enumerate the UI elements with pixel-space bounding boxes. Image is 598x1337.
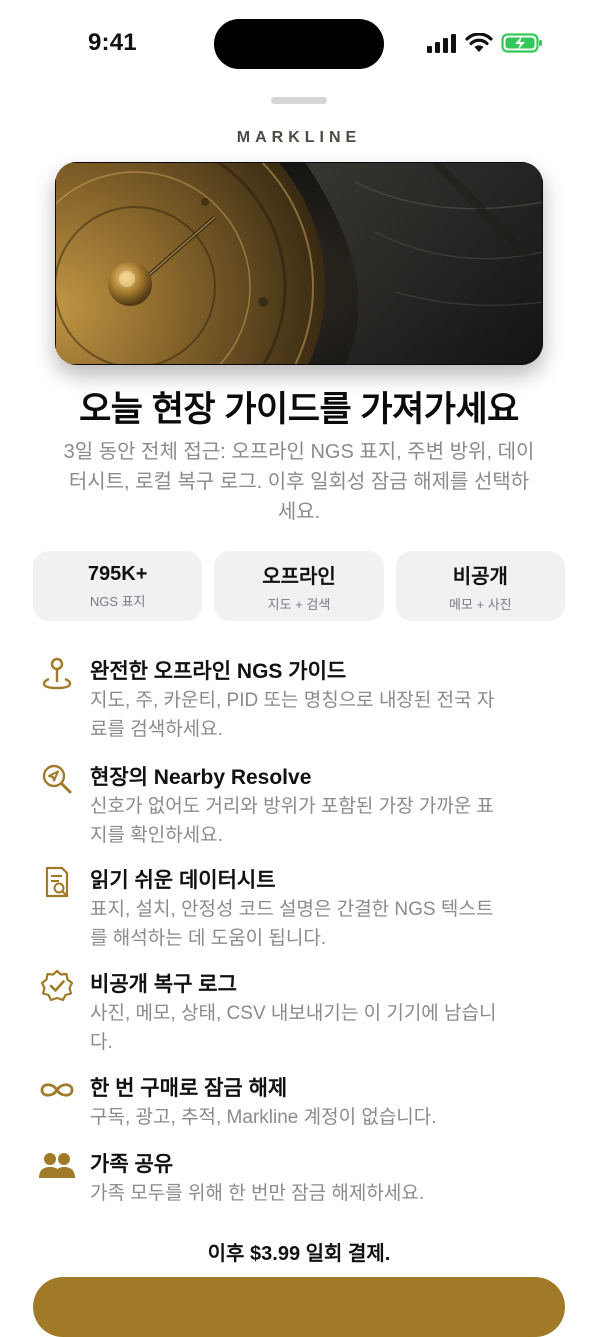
- battery-charging-icon: [501, 33, 542, 53]
- status-bar: 9:41: [0, 0, 598, 90]
- stat-value: 795K+: [87, 562, 148, 585]
- stats-row: 795K+ NGS 표지 오프라인 지도 + 검색 비공개 메모 + 사진: [33, 551, 565, 621]
- purchase-button[interactable]: [33, 1277, 565, 1337]
- stat-caption: 메모 + 사진: [448, 596, 512, 612]
- stat-caption: NGS 표지: [89, 593, 146, 609]
- location-search-icon: [38, 761, 76, 797]
- document-search-icon: [38, 864, 76, 900]
- feature-description: 신호가 없어도 거리와 방위가 포함된 가장 가까운 표지를 확인하세요.: [90, 796, 495, 846]
- people-icon: [38, 1148, 76, 1184]
- feature-title: 가족 공유: [90, 1153, 174, 1176]
- subheadline: 3일 동안 전체 접근: 오프라인 NGS 표지, 주변 방위, 데이터시트, …: [63, 441, 535, 523]
- status-icons: [427, 32, 543, 54]
- feature-description: 지도, 주, 카운티, PID 또는 명칭으로 내장된 전국 자료를 검색하세요…: [90, 690, 495, 740]
- stat-value: 비공개: [452, 565, 508, 588]
- infinity-icon: [38, 1072, 76, 1108]
- feature-title: 현장의 Nearby Resolve: [90, 766, 312, 789]
- hero-image: [55, 162, 543, 365]
- feature-description: 가족 모두를 위해 한 번만 잠금 해제하세요.: [90, 1183, 425, 1204]
- headline: 오늘 현장 가이드를 가져가세요: [79, 390, 519, 429]
- map-pin-icon: [38, 655, 76, 691]
- stat-card-offline: 오프라인 지도 + 검색: [214, 551, 384, 621]
- stat-card-private: 비공개 메모 + 사진: [395, 551, 565, 621]
- feature-title: 비공개 복구 로그: [90, 973, 237, 996]
- status-time: 9:41: [88, 29, 137, 56]
- feature-title: 완전한 오프라인 NGS 가이드: [90, 660, 347, 683]
- stat-caption: 지도 + 검색: [267, 596, 331, 612]
- brand-label: MARKLINE: [236, 129, 362, 146]
- sheet-grabber[interactable]: [271, 97, 327, 104]
- feature-description: 사진, 메모, 상태, CSV 내보내기는 이 기기에 남습니다.: [90, 1003, 497, 1053]
- price-note: 이후 $3.99 일회 결제.: [207, 1243, 391, 1265]
- feature-title: 한 번 구매로 잠금 해제: [90, 1077, 288, 1100]
- feature-description: 표지, 설치, 안정성 코드 설명은 간결한 NGS 텍스트를 해석하는 데 도…: [90, 899, 494, 949]
- stat-value: 오프라인: [262, 565, 336, 588]
- feature-title: 읽기 쉬운 데이터시트: [90, 869, 276, 892]
- feature-description: 구독, 광고, 추적, Markline 계정이 없습니다.: [90, 1107, 437, 1128]
- stat-card-marks: 795K+ NGS 표지: [33, 551, 203, 621]
- cellular-signal-icon: [427, 34, 456, 53]
- wifi-icon: [465, 33, 493, 52]
- verified-badge-icon: [38, 968, 76, 1004]
- dynamic-island: [214, 19, 384, 69]
